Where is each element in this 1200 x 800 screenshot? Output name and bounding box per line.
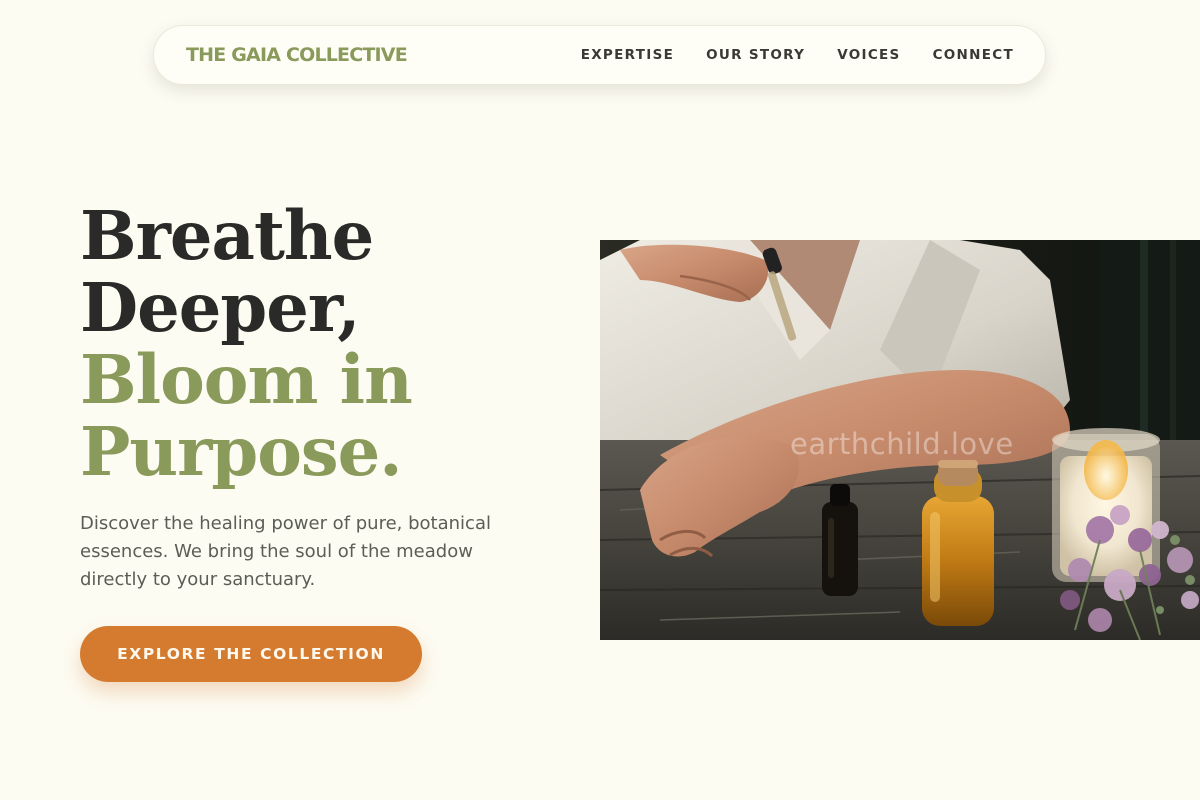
nav-link-connect[interactable]: CONNECT bbox=[933, 47, 1014, 63]
nav-link-voices[interactable]: VOICES bbox=[837, 47, 900, 63]
photo-watermark: earthchild.love bbox=[790, 427, 1014, 461]
top-navigation: THE GAIA COLLECTIVE EXPERTISE OUR STORY … bbox=[153, 25, 1046, 85]
hero-description: Discover the healing power of pure, bota… bbox=[80, 513, 491, 590]
headline-accent-line-2: Purpose. bbox=[80, 412, 403, 491]
nav-link-our-story[interactable]: OUR STORY bbox=[706, 47, 805, 63]
hero-photo: earthchild.love bbox=[600, 240, 1200, 640]
headline-line-2: Deeper, bbox=[80, 268, 361, 347]
headline-line-1: Breathe bbox=[80, 196, 374, 275]
explore-collection-button[interactable]: EXPLORE THE COLLECTION bbox=[80, 626, 422, 682]
headline-accent-line-1: Bloom in bbox=[80, 340, 413, 419]
nav-link-expertise[interactable]: EXPERTISE bbox=[581, 47, 674, 63]
nav-menu: EXPERTISE OUR STORY VOICES CONNECT bbox=[581, 26, 1014, 84]
brand-logo[interactable]: THE GAIA COLLECTIVE bbox=[186, 26, 408, 84]
hero-headline: Breathe Deeper, Bloom in Purpose. bbox=[80, 196, 413, 491]
